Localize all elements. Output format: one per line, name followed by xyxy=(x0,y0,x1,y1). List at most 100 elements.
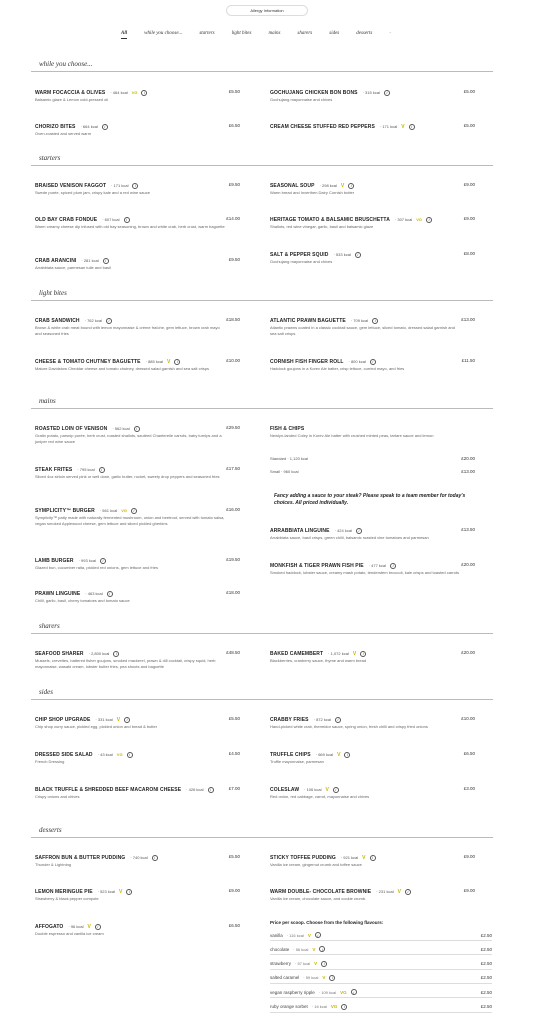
flavour-row[interactable]: chocolate · 56 kcal Vi £2.50 xyxy=(270,944,492,956)
info-icon[interactable]: i xyxy=(344,751,351,758)
info-icon[interactable]: i xyxy=(99,557,106,564)
tab-light-bites[interactable]: light bites xyxy=(232,31,252,36)
menu-item-symplicity-burger[interactable]: Symplicity™ Burger · 561 kcal VG i £16.00 Sym… xyxy=(35,507,240,526)
info-icon[interactable]: i xyxy=(141,89,148,96)
menu-item-venison-loin[interactable]: Roasted Loin of Venison · 562 kcal i £29.50… xyxy=(35,425,240,444)
item-name: Prawn Linguine xyxy=(35,590,81,597)
menu-item-crab-fondue[interactable]: Old Bay Crab Fondue · 607 kcal i £14.00 Warm… xyxy=(35,216,240,230)
tab-sharers[interactable]: sharers xyxy=(297,31,312,36)
menu-item-seafood-sharer[interactable]: Seafood Sharer · 2,800 kcal i £48.50 Mussels… xyxy=(35,650,240,669)
flavour-row[interactable]: salted caramel · 59 kcal Vi £2.50 xyxy=(270,973,492,984)
menu-item-baked-camembert[interactable]: Baked Camembert · 1,072 kcal Vi £20.00 Black… xyxy=(270,650,475,664)
menu-item-mac-cheese[interactable]: Black Truffle & Shredded Beef Macaroni C… xyxy=(35,786,240,800)
info-icon[interactable]: i xyxy=(341,1003,348,1010)
info-icon[interactable]: i xyxy=(126,888,133,895)
info-icon[interactable]: i xyxy=(102,257,109,264)
tab-desserts[interactable]: desserts xyxy=(356,31,372,36)
menu-item-fish-finger-roll[interactable]: Cornish Fish Finger Roll · 800 kcal i £11.5… xyxy=(270,358,475,372)
info-icon[interactable]: i xyxy=(124,716,131,723)
info-icon[interactable]: i xyxy=(319,946,326,953)
menu-item-focaccia[interactable]: Warm Focaccia & Olives · 464 kcal VG i £5.50… xyxy=(35,89,240,103)
menu-item-prawn-linguine[interactable]: Prawn Linguine · 463 kcal i £18.00 Chilli, g… xyxy=(35,590,240,604)
menu-item-crab-sandwich[interactable]: Crab Sandwich · 762 kcal i £18.50 Brown & wh… xyxy=(35,317,240,336)
info-icon[interactable]: i xyxy=(101,123,108,130)
info-icon[interactable]: i xyxy=(350,989,357,996)
flavour-row[interactable]: vanilla · 116 kcal Vi £2.50 xyxy=(270,930,492,941)
fish-chips-option-standard[interactable]: Standard · 1,120 kcal £20.00 xyxy=(270,456,475,462)
menu-item-coleslaw[interactable]: Coleslaw · 106 kcal Vi £3.00 Red onion, red … xyxy=(270,786,475,800)
item-price: £17.50 xyxy=(226,466,240,471)
menu-item-gochujang-bones[interactable]: Gochujang Chicken Bon Bons · 315 kcal i £5.… xyxy=(270,89,475,103)
menu-item-bruschetta[interactable]: Heritage Tomato & Balsamic Bruschetta · 3… xyxy=(270,216,475,230)
info-icon[interactable]: i xyxy=(123,216,130,223)
tab-all[interactable]: All xyxy=(121,31,128,39)
info-icon[interactable]: i xyxy=(314,932,321,938)
fish-chips-option-small[interactable]: Small · 960 kcal £13.00 xyxy=(270,469,475,475)
menu-item-crabby-fries[interactable]: Crabby Fries · 872 kcal i £10.00 Hand-picked… xyxy=(270,716,475,730)
info-icon[interactable]: i xyxy=(360,650,367,657)
item-price: £16.00 xyxy=(226,507,240,512)
flavour-row[interactable]: vegan raspberry ripple · 109 kcal VG i £2.50 xyxy=(270,987,492,999)
info-icon[interactable]: i xyxy=(94,923,101,930)
menu-item-lamb-burger[interactable]: Lamb Burger · 993 kcal i £19.50 Glazed bun, … xyxy=(35,557,240,571)
info-icon[interactable]: i xyxy=(113,650,120,657)
flavour-row[interactable]: ruby orange sorbet · 16 kcal VG i £2.50 xyxy=(270,1002,492,1013)
menu-item-cheese-tomato-baguette[interactable]: Cheese & Tomato Chutney Baguette · 885 kc… xyxy=(35,358,240,372)
menu-item-lemon-meringue[interactable]: Lemon Meringue Pie · 523 kcal Vi £9.00 Straw… xyxy=(35,888,240,902)
info-icon[interactable]: i xyxy=(151,854,158,861)
tab-mains[interactable]: mains xyxy=(268,31,280,36)
item-kcal: · 800 kcal xyxy=(348,359,366,364)
tab-more[interactable]: · xyxy=(389,31,390,36)
info-icon[interactable]: i xyxy=(105,317,112,324)
allergy-info-button[interactable]: Allergy Information xyxy=(226,5,308,16)
flavour-row[interactable]: strawberry · 57 kcal Vi £2.50 xyxy=(270,959,492,970)
info-icon[interactable]: i xyxy=(355,527,362,534)
tab-sides[interactable]: sides xyxy=(329,31,339,36)
info-icon[interactable]: i xyxy=(174,358,181,365)
item-kcal: · 669 kcal xyxy=(315,752,334,757)
info-icon[interactable]: i xyxy=(207,786,214,793)
info-icon[interactable]: i xyxy=(133,425,140,432)
info-icon[interactable]: i xyxy=(126,751,133,758)
info-icon[interactable]: i xyxy=(348,182,355,189)
menu-item-side-salad[interactable]: Dressed Side Salad · 43 kcal VG i £4.50 Frenc… xyxy=(35,751,240,765)
info-icon[interactable]: i xyxy=(329,974,336,981)
menu-item-venison-faggot[interactable]: Braised Venison Faggot · 171 kcal i £9.50 Sw… xyxy=(35,182,240,196)
menu-item-salt-pepper-squid[interactable]: Salt & Pepper Squid · 533 kcal i £8.00 Gochu… xyxy=(270,251,475,265)
menu-item-seasonal-soup[interactable]: Seasonal Soup · 298 kcal Vi £9.00 Warm bread… xyxy=(270,182,475,196)
info-icon[interactable]: i xyxy=(426,216,433,223)
menu-item-cream-cheese-peppers[interactable]: Cream Cheese Stuffed Red Peppers · 171 kc… xyxy=(270,123,475,130)
menu-item-chorizo[interactable]: Chorizo Bites · 664 kcal i £6.50 Oven-roaste… xyxy=(35,123,240,137)
menu-item-affogato[interactable]: Affogato · 96 kcal Vi £6.50 Double espresso … xyxy=(35,923,240,937)
menu-item-truffle-chips[interactable]: Truffle Chips · 669 kcal Vi £6.50 Truffle ma… xyxy=(270,751,475,765)
info-icon[interactable]: i xyxy=(354,251,361,258)
info-icon[interactable]: i xyxy=(390,562,397,569)
info-icon[interactable]: i xyxy=(334,716,341,723)
menu-item-chip-shop[interactable]: Chip Shop Upgrade · 331 kcal Vi £5.50 Chip s… xyxy=(35,716,240,730)
info-icon[interactable]: i xyxy=(372,317,379,324)
tab-starters[interactable]: starters xyxy=(199,31,214,36)
menu-item-monkfish-pie[interactable]: Monkfish & Tiger Prawn Fish Pie · 477 kca… xyxy=(270,562,475,576)
info-icon[interactable]: i xyxy=(383,89,390,96)
menu-item-saffron-bun[interactable]: Saffron Bun & Butter Pudding · 740 kcal i £… xyxy=(35,854,240,868)
info-icon[interactable]: i xyxy=(98,466,105,473)
info-icon[interactable]: i xyxy=(130,507,137,514)
info-icon[interactable]: i xyxy=(369,854,376,861)
info-icon[interactable]: i xyxy=(106,590,113,597)
menu-item-brownie[interactable]: Warm Double- Chocolate Brownie · 231 kcal… xyxy=(270,888,475,902)
item-price: £5.00 xyxy=(463,123,475,128)
info-icon[interactable]: i xyxy=(404,888,411,895)
menu-item-fish-chips[interactable]: Fish & Chips Newlyn-landed Coley in Korev… xyxy=(270,425,475,439)
info-icon[interactable]: i xyxy=(369,358,376,365)
menu-item-prawn-baguette[interactable]: Atlantic Prawn Baguette · 709 kcal i £13.00… xyxy=(270,317,475,336)
info-icon[interactable]: i xyxy=(132,182,139,189)
menu-item-crab-arancini[interactable]: Crab Arancini · 281 kcal i £9.50 Arrabbiata … xyxy=(35,257,240,271)
info-icon[interactable]: i xyxy=(408,123,415,130)
tab-while-you-choose[interactable]: while you choose... xyxy=(144,31,182,36)
menu-item-sticky-toffee[interactable]: Sticky Toffee Pudding · 921 kcal Vi £9.00 Va… xyxy=(270,854,475,868)
item-kcal: · 664 kcal xyxy=(80,124,98,129)
info-icon[interactable]: i xyxy=(321,960,328,967)
menu-item-steak-frites[interactable]: Steak Frites · 795 kcal i £17.50 Sliced 4oz … xyxy=(35,466,240,480)
info-icon[interactable]: i xyxy=(332,786,339,793)
menu-item-arrabbiata[interactable]: Arrabbiata Linguine · 424 kcal i £13.50 Arra… xyxy=(270,527,475,541)
